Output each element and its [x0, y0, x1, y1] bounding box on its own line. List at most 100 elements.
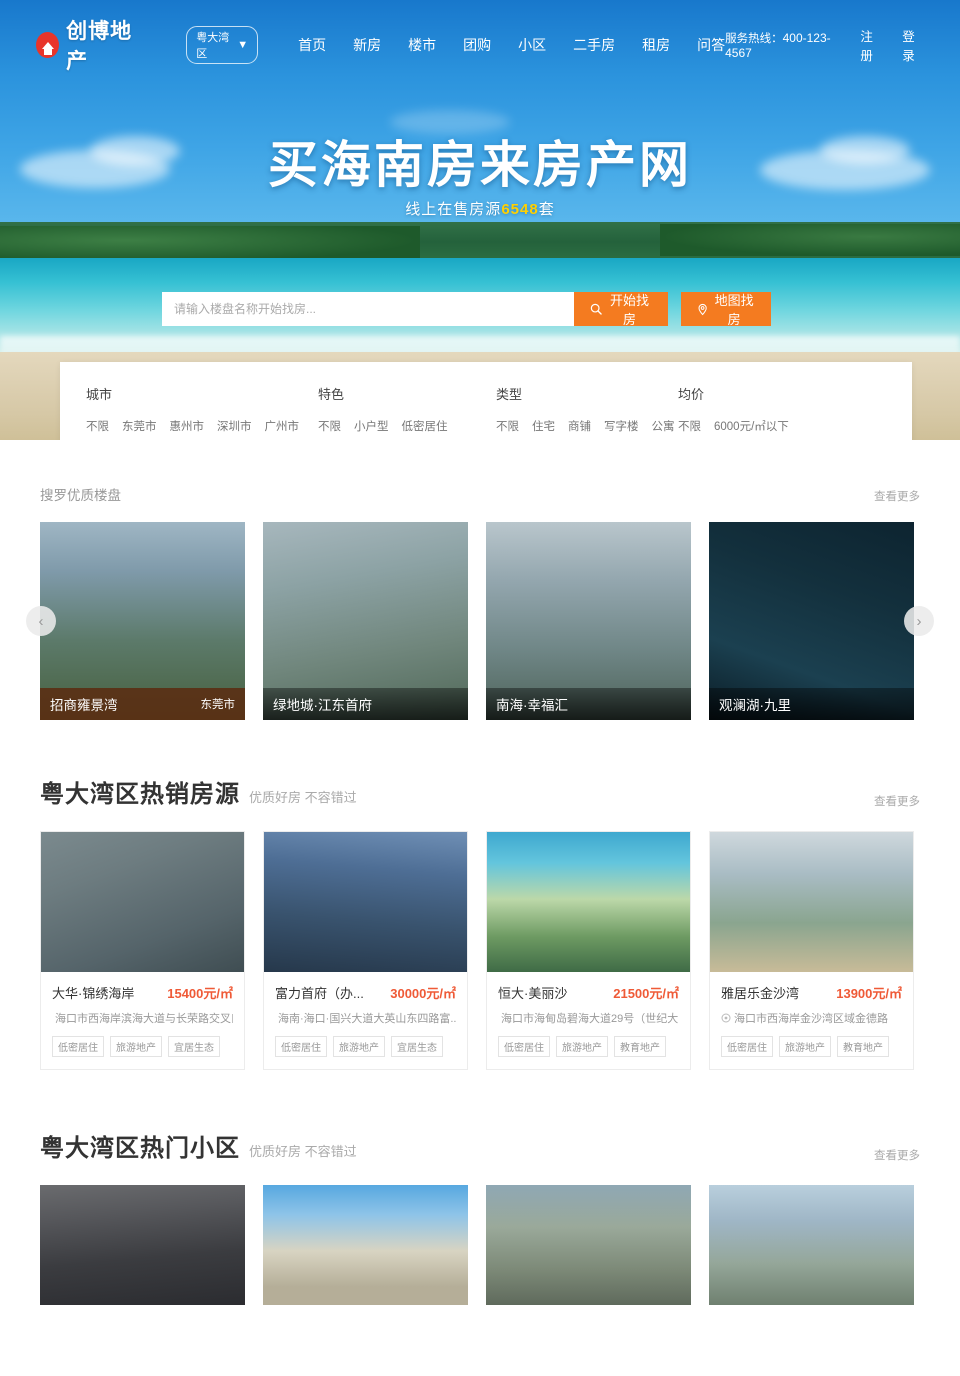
filter-option-type-1[interactable]: 住宅 [532, 417, 555, 437]
property-tag: 宜居生态 [391, 1036, 443, 1057]
hero-banner: 创博地产 粤大湾区 ▼ 首页 新房 楼市 团购 小区 二手房 租房 问答 服务热… [0, 0, 960, 440]
nav-item-qa[interactable]: 问答 [697, 35, 725, 55]
nav-item-home[interactable]: 首页 [298, 35, 326, 55]
property-body: 雅居乐金沙湾 13900元/㎡ 海口市西海岸金沙湾区域金德路 低密居住 旅游地产… [710, 972, 913, 1069]
property-image [487, 832, 690, 972]
carousel-card-name: 绿地城·江东首府 [273, 698, 372, 713]
chevron-down-icon: ▼ [237, 39, 249, 51]
property-tag: 旅游地产 [110, 1036, 162, 1057]
filter-options-price: 不限 6000元/㎡以下 6000-10000元/㎡ 10000-15000元/… [678, 417, 960, 440]
nav-item-community[interactable]: 小区 [518, 35, 546, 55]
login-link[interactable]: 登录 [902, 26, 924, 64]
carousel-card-name: 观澜湖·九里 [719, 698, 791, 713]
nav-item-second-hand[interactable]: 二手房 [573, 35, 615, 55]
hero-listing-count: 6548 [501, 201, 539, 218]
property-tag: 低密居住 [52, 1036, 104, 1057]
carousel-next-button[interactable]: › [904, 606, 934, 636]
carousel-prev-button[interactable]: ‹ [26, 606, 56, 636]
property-address: 海口市西海岸滨海大道与长荣路交叉口 [52, 1010, 233, 1026]
property-address-text: 海口市海甸岛碧海大道29号（世纪大... [501, 1013, 679, 1025]
start-search-label: 开始找房 [610, 293, 650, 327]
city-selector[interactable]: 粤大湾区 ▼ [186, 26, 259, 64]
property-name: 富力首府（办... [275, 986, 364, 1001]
filter-group-feature: 特色 不限 小户型 低密居住 旅游地产 教育地产 宜居生态 公园地产 海景楼盘 … [318, 384, 496, 440]
filter-option-city-2[interactable]: 惠州市 [170, 417, 205, 437]
house-logo-icon [36, 32, 60, 58]
property-card[interactable]: 富力首府（办... 30000元/㎡ 海南·海口·国兴大道大英山东四路富... … [263, 831, 468, 1070]
filter-option-price-1[interactable]: 6000元/㎡以下 [714, 417, 789, 437]
filter-group-type: 类型 不限 住宅 商铺 写字楼 公寓 别墅 其他 [496, 384, 678, 440]
register-link[interactable]: 注册 [860, 26, 882, 64]
carousel-card[interactable]: 观澜湖·九里 [709, 522, 914, 720]
section-more-hot-communities[interactable]: 查看更多 [874, 1147, 920, 1163]
quality-carousel: ‹ 招商雍景湾 东莞市 绿地城·江东首府 南海·幸福汇 观澜湖·九里 › [26, 522, 934, 720]
carousel-card[interactable]: 绿地城·江东首府 [263, 522, 468, 720]
nav-item-rental[interactable]: 租房 [642, 35, 670, 55]
top-navigation-bar: 创博地产 粤大湾区 ▼ 首页 新房 楼市 团购 小区 二手房 租房 问答 服务热… [0, 0, 960, 90]
filter-option-type-3[interactable]: 写字楼 [604, 417, 639, 437]
community-card[interactable] [486, 1185, 691, 1305]
property-address: 海口市海甸岛碧海大道29号（世纪大... [498, 1010, 679, 1026]
filter-options-city: 不限 东莞市 惠州市 深圳市 广州市 佛山市 肇庆市 珠海市 中山市 江门市 [86, 417, 318, 440]
property-address: 海口市西海岸金沙湾区域金德路 [721, 1010, 902, 1026]
filter-option-city-4[interactable]: 广州市 [265, 417, 300, 437]
property-body: 大华·锦绣海岸 15400元/㎡ 海口市西海岸滨海大道与长荣路交叉口 低密居住 … [41, 972, 244, 1069]
search-input[interactable] [162, 292, 574, 326]
search-bar: 开始找房 地图找房 [162, 292, 771, 327]
filter-option-feature-0[interactable]: 不限 [318, 417, 341, 437]
community-card[interactable] [263, 1185, 468, 1305]
map-search-label: 地图找房 [714, 293, 754, 327]
filter-title-city: 城市 [86, 387, 113, 402]
filter-group-price: 均价 不限 6000元/㎡以下 6000-10000元/㎡ 10000-1500… [678, 384, 960, 440]
community-card[interactable] [40, 1185, 245, 1305]
filter-option-feature-1[interactable]: 小户型 [354, 417, 389, 437]
filter-option-type-2[interactable]: 商铺 [568, 417, 591, 437]
filter-option-type-0[interactable]: 不限 [496, 417, 519, 437]
filter-option-type-4[interactable]: 公寓 [652, 417, 675, 437]
property-tag: 低密居住 [275, 1036, 327, 1057]
section-title-hot-communities: 粤大湾区热门小区 [40, 1135, 240, 1162]
site-logo[interactable]: 创博地产 [36, 15, 144, 75]
filter-option-city-0[interactable]: 不限 [86, 417, 109, 437]
section-subtitle-hot-communities: 优质好房 不容错过 [249, 1144, 357, 1159]
filter-options-type: 不限 住宅 商铺 写字楼 公寓 别墅 其他 [496, 417, 678, 440]
chevron-left-icon: ‹ [38, 612, 44, 630]
section-more-hot-houses[interactable]: 查看更多 [874, 793, 920, 809]
section-title-quality: 搜罗优质楼盘 [40, 488, 121, 503]
filter-option-city-1[interactable]: 东莞市 [122, 417, 157, 437]
carousel-card-caption: 绿地城·江东首府 [263, 688, 468, 720]
map-pin-icon [698, 303, 707, 315]
filter-title-feature: 特色 [318, 387, 345, 402]
nav-links: 首页 新房 楼市 团购 小区 二手房 租房 问答 [298, 35, 725, 55]
filter-option-city-3[interactable]: 深圳市 [217, 417, 252, 437]
hero-subtitle-suffix: 套 [538, 201, 555, 218]
filter-option-price-0[interactable]: 不限 [678, 417, 701, 437]
property-image [264, 832, 467, 972]
carousel-card-caption: 招商雍景湾 东莞市 [40, 688, 245, 720]
section-more-quality[interactable]: 查看更多 [874, 488, 920, 504]
property-name: 大华·锦绣海岸 [52, 986, 135, 1001]
carousel-card[interactable]: 南海·幸福汇 [486, 522, 691, 720]
nav-item-group-buy[interactable]: 团购 [463, 35, 491, 55]
property-card[interactable]: 雅居乐金沙湾 13900元/㎡ 海口市西海岸金沙湾区域金德路 低密居住 旅游地产… [709, 831, 914, 1070]
start-search-button[interactable]: 开始找房 [574, 292, 668, 327]
section-hot-houses: 粤大湾区热销房源 优质好房 不容错过 查看更多 大华·锦绣海岸 15400元/㎡… [0, 774, 960, 1070]
carousel-card-city: 东莞市 [200, 699, 236, 711]
city-selector-label: 粤大湾区 [196, 32, 230, 60]
nav-item-market[interactable]: 楼市 [408, 35, 436, 55]
section-subtitle-hot-houses: 优质好房 不容错过 [249, 790, 357, 805]
property-tags: 低密居住 旅游地产 教育地产 [498, 1036, 679, 1057]
property-card[interactable]: 恒大·美丽沙 21500元/㎡ 海口市海甸岛碧海大道29号（世纪大... 低密居… [486, 831, 691, 1070]
section-hot-communities: 粤大湾区热门小区 优质好房 不容错过 查看更多 [0, 1128, 960, 1305]
filter-option-feature-2[interactable]: 低密居住 [402, 417, 448, 437]
community-card[interactable] [709, 1185, 914, 1305]
carousel-card[interactable]: 招商雍景湾 东莞市 [40, 522, 245, 720]
property-tags: 低密居住 旅游地产 宜居生态 [275, 1036, 456, 1057]
search-icon [590, 303, 602, 315]
service-hotline: 服务热线：400-123-4567 [725, 30, 840, 60]
hero-shoreline-left [0, 226, 420, 262]
property-address-text: 海南·海口·国兴大道大英山东四路富... [278, 1013, 456, 1025]
map-search-button[interactable]: 地图找房 [681, 292, 771, 327]
property-card[interactable]: 大华·锦绣海岸 15400元/㎡ 海口市西海岸滨海大道与长荣路交叉口 低密居住 … [40, 831, 245, 1070]
nav-item-new-houses[interactable]: 新房 [353, 35, 381, 55]
